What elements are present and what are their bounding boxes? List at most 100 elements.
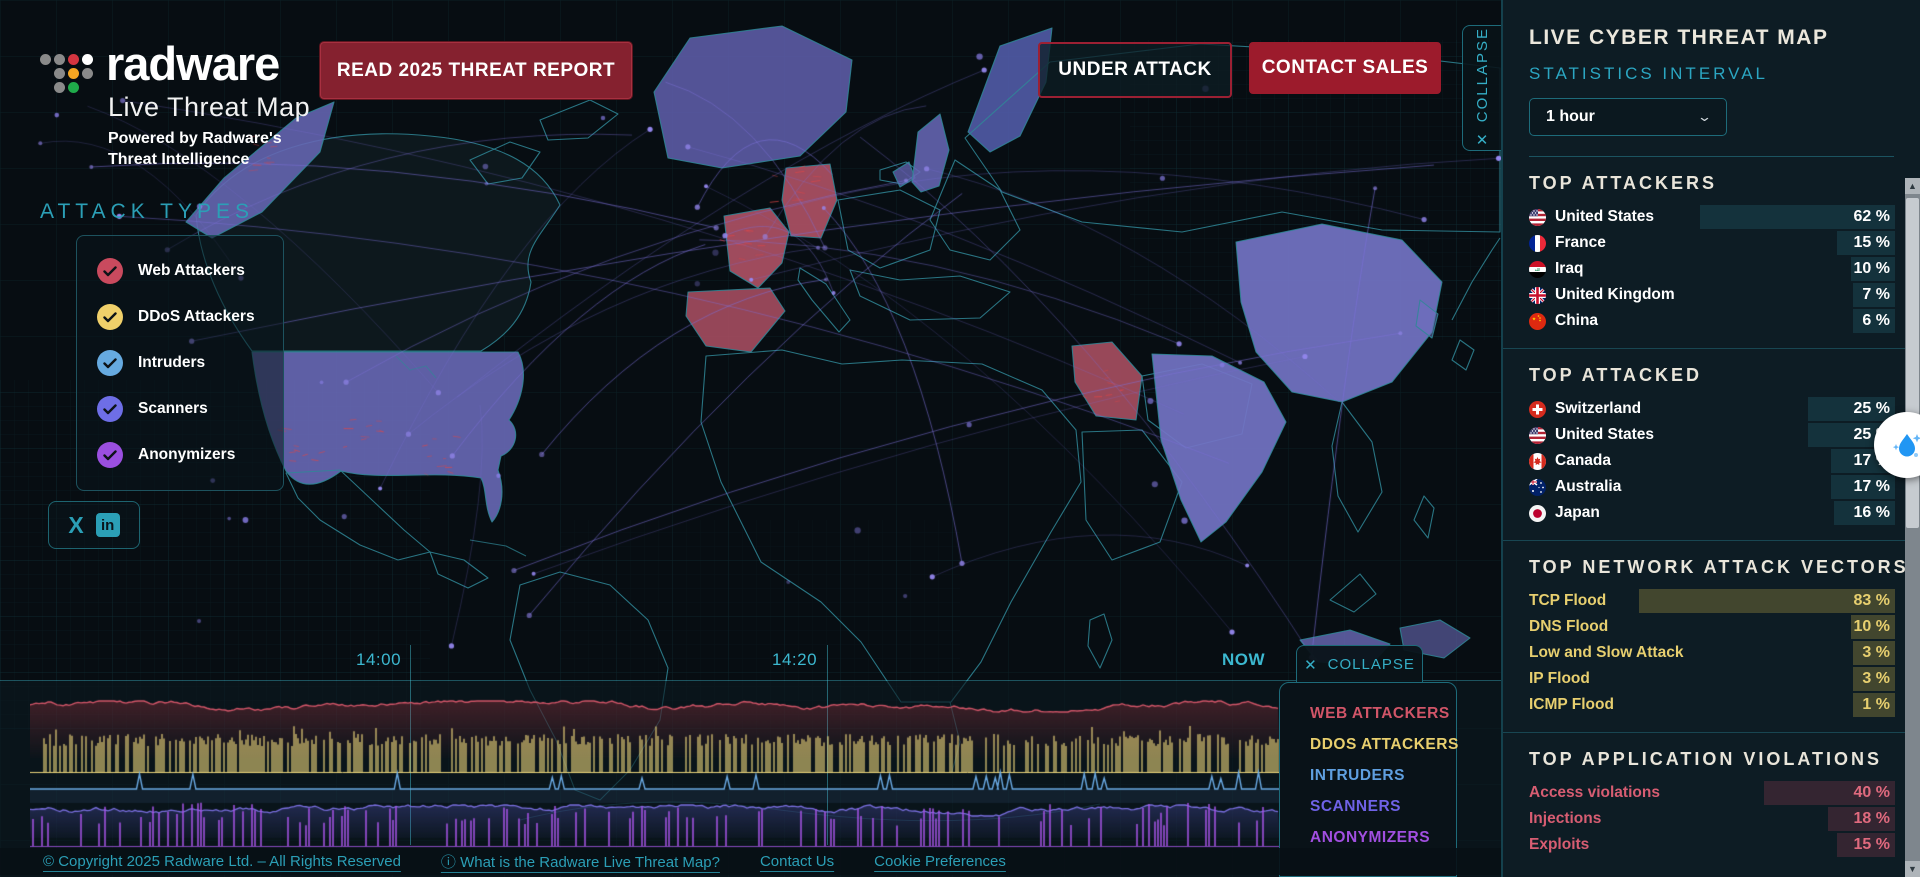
statistics-interval-label: STATISTICS INTERVAL <box>1529 64 1768 83</box>
collapse-label: COLLAPSE <box>1473 27 1491 123</box>
cookie-preferences-link[interactable]: Cookie Preferences <box>874 853 1006 870</box>
section-top-attackers: TOP ATTACKERS United States 62 % France 15 %… <box>1503 157 1920 349</box>
stat-row-united-kingdom: United Kingdom 7 % <box>1529 282 1895 308</box>
stat-row-dns-flood: DNS Flood 10 % <box>1529 614 1895 640</box>
timeline-collapse-button[interactable]: ✕ COLLAPSE <box>1296 645 1423 683</box>
contact-us-link[interactable]: Contact Us <box>760 853 834 870</box>
copyright-link[interactable]: © Copyright 2025 Radware Ltd. – All Righ… <box>43 853 401 870</box>
section-title: TOP APPLICATION VIOLATIONS <box>1529 749 1883 769</box>
interval-value: 1 hour <box>1546 108 1595 125</box>
attack-timeline-chart[interactable] <box>30 688 1280 848</box>
legend-item-ddos-attackers[interactable]: DDOS ATTACKERS <box>1310 736 1458 754</box>
time-label-1420: 14:20 <box>772 650 818 669</box>
stat-row-australia: Australia 17 % <box>1529 474 1895 500</box>
checked-circle-icon <box>97 304 123 330</box>
gb-flag-icon <box>1529 286 1546 304</box>
stat-label: Iraq <box>1555 260 1584 277</box>
scroll-up-arrow-icon[interactable]: ▲ <box>1905 178 1920 194</box>
x-twitter-icon[interactable]: X <box>68 513 83 537</box>
section-top-network-attack-vectors: TOP NETWORK ATTACK VECTORS TCP Flood 83 % D… <box>1503 541 1920 733</box>
collapse-label: COLLAPSE <box>1327 656 1415 673</box>
brand-wordmark: radware <box>106 37 280 90</box>
stat-label: United States <box>1555 208 1655 225</box>
stat-row-united-states: United States 62 % <box>1529 204 1895 230</box>
stat-label: United Kingdom <box>1555 286 1675 303</box>
stat-row-china: China 6 % <box>1529 308 1895 334</box>
stat-row-iraq: الله Iraq 10 % <box>1529 256 1895 282</box>
legend-item-web-attackers[interactable]: WEB ATTACKERS <box>1310 705 1456 723</box>
stat-label: Exploits <box>1529 836 1590 853</box>
checked-circle-icon <box>97 258 123 284</box>
stat-label: TCP Flood <box>1529 592 1607 609</box>
attack-type-label: Anonymizers <box>138 446 236 463</box>
live-threat-map-app: radware Live Threat Map Powered by Radwa… <box>0 0 1920 877</box>
logo-dot <box>82 54 93 65</box>
section-top-attacked: TOP ATTACKED Switzerland 25 % United States… <box>1503 349 1920 541</box>
legend-item-intruders[interactable]: INTRUDERS <box>1310 767 1456 785</box>
logo-dot <box>82 68 93 79</box>
stat-row-low-and-slow-attack: Low and Slow Attack 3 % <box>1529 640 1895 666</box>
ch-flag-icon <box>1529 400 1546 418</box>
section-title: TOP ATTACKERS <box>1529 173 1718 193</box>
linkedin-icon[interactable]: in <box>95 513 120 537</box>
fr-flag-icon <box>1529 234 1546 252</box>
ca-flag-icon <box>1529 452 1546 470</box>
stat-row-injections: Injections 18 % <box>1529 806 1895 832</box>
stat-value: 17 % <box>1853 478 1890 495</box>
stat-row-japan: Japan 16 % <box>1529 500 1895 526</box>
under-attack-button[interactable]: UNDER ATTACK <box>1038 42 1232 98</box>
jp-flag-icon <box>1529 504 1546 522</box>
stat-label: Injections <box>1529 810 1602 827</box>
attack-type-toggle-ddos-attackers[interactable]: DDoS Attackers <box>97 294 275 340</box>
stat-value: 7 % <box>1862 286 1890 303</box>
checked-circle-icon <box>97 396 123 422</box>
checked-circle-icon <box>97 350 123 376</box>
panel-scrollbar[interactable]: ▲ ▼ <box>1905 178 1920 877</box>
stat-value: 15 % <box>1853 234 1890 251</box>
scrollbar-thumb[interactable] <box>1906 198 1919 528</box>
section-top-application-violations: TOP APPLICATION VIOLATIONS Access violati… <box>1503 733 1920 872</box>
logo-dot <box>40 54 51 65</box>
side-panel-collapse-tab[interactable]: COLLAPSE ✕ <box>1462 25 1501 151</box>
section-title: TOP NETWORK ATTACK VECTORS <box>1529 557 1909 577</box>
time-label-1400: 14:00 <box>356 650 402 669</box>
about-link[interactable]: ⓘ What is the Radware Live Threat Map? <box>441 851 720 872</box>
stat-label: Japan <box>1555 504 1600 521</box>
stat-row-canada: Canada 17 % <box>1529 448 1895 474</box>
footer: © Copyright 2025 Radware Ltd. – All Righ… <box>0 848 1544 875</box>
contact-sales-button[interactable]: CONTACT SALES <box>1249 42 1441 94</box>
stat-value: 40 % <box>1853 784 1890 801</box>
us-flag-icon <box>1529 208 1546 226</box>
attack-type-toggle-anonymizers[interactable]: Anonymizers <box>97 432 275 478</box>
iq-flag-icon: الله <box>1529 260 1546 278</box>
stat-row-united-states: United States 25 % <box>1529 422 1895 448</box>
stat-value: 3 % <box>1862 670 1890 687</box>
attack-type-toggle-intruders[interactable]: Intruders <box>97 340 275 386</box>
stat-row-access-violations: Access violations 40 % <box>1529 780 1895 806</box>
stat-value: 1 % <box>1862 696 1890 713</box>
svg-text:الله: الله <box>1535 267 1541 272</box>
interval-dropdown[interactable]: 1 hour ⌄ <box>1529 98 1727 136</box>
legend-item-scanners[interactable]: SCANNERS <box>1310 798 1456 816</box>
attack-type-toggle-web-attackers[interactable]: Web Attackers <box>97 248 275 294</box>
legend-item-anonymizers[interactable]: ANONYMIZERS <box>1310 829 1456 847</box>
logo-dot <box>54 82 65 93</box>
read-threat-report-button[interactable]: READ 2025 THREAT REPORT <box>320 42 632 99</box>
stat-label: Low and Slow Attack <box>1529 644 1684 661</box>
radware-logo-icon <box>40 54 96 100</box>
logo-dot <box>68 82 79 93</box>
scroll-down-arrow-icon[interactable]: ▼ <box>1905 861 1920 877</box>
stat-label: ICMP Flood <box>1529 696 1614 713</box>
logo-dot <box>68 54 79 65</box>
attack-type-toggle-scanners[interactable]: Scanners <box>97 386 275 432</box>
stat-row-france: France 15 % <box>1529 230 1895 256</box>
attack-type-label: Web Attackers <box>138 262 245 279</box>
checked-circle-icon <box>97 442 123 468</box>
brand-tagline: Powered by Radware's Threat Intelligence <box>108 130 282 168</box>
cn-flag-icon <box>1529 312 1546 330</box>
stat-value: 16 % <box>1853 504 1890 521</box>
stat-label: Access violations <box>1529 784 1660 801</box>
attack-type-label: Intruders <box>138 354 206 371</box>
stat-label: United States <box>1555 426 1655 443</box>
stat-row-switzerland: Switzerland 25 % <box>1529 396 1895 422</box>
